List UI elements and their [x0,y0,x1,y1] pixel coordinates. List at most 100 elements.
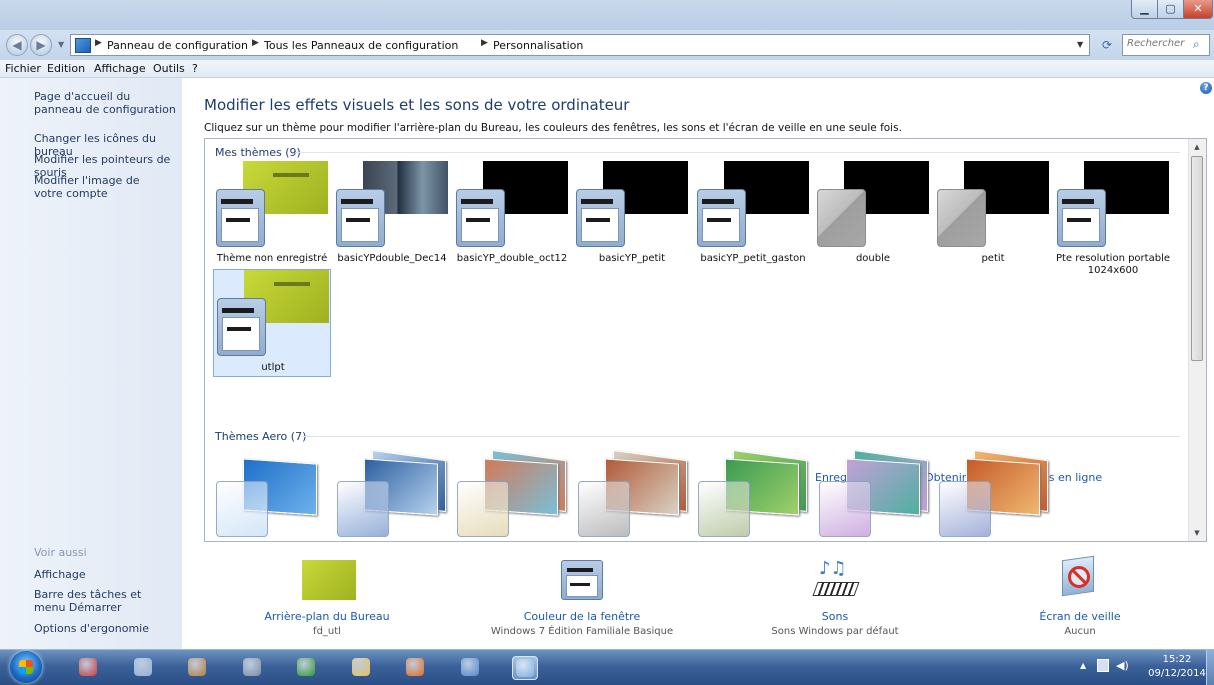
control-panel-icon[interactable] [512,656,538,680]
menu-file[interactable]: Fichier [5,62,41,75]
aero-window-preview [577,481,630,537]
show-desktop-button[interactable] [1206,650,1214,685]
aero-theme-item[interactable] [454,449,572,541]
theme-item[interactable]: basicYPdouble_Dec14 [333,161,451,269]
maximize-button[interactable]: ▢ [1157,0,1184,19]
desktop-background-value: fd_utl [313,626,341,637]
media-icon[interactable] [458,656,482,678]
menu-tools[interactable]: Outils [153,62,185,75]
close-icon: ✕ [1193,2,1203,15]
aero-window-preview [698,481,750,537]
scroll-down-icon[interactable]: ▼ [1189,525,1205,541]
menu-edit[interactable]: Edition [47,62,85,75]
group-divider [303,436,1180,437]
search-icon[interactable]: ⌕ [1193,37,1200,52]
help-icon[interactable]: ? [1200,82,1212,94]
aero-theme-item[interactable] [936,449,1054,541]
theme-window-preview [1057,189,1106,247]
breadcrumb-all-panels[interactable]: Tous les Panneaux de configuration [264,39,458,52]
breadcrumb-personalization[interactable]: Personnalisation [493,39,583,52]
firefox-icon[interactable] [403,656,427,678]
menu-help[interactable]: ? [192,62,198,75]
xbox-icon[interactable] [294,656,318,678]
page-title: Modifier les effets visuels et les sons … [204,96,630,114]
theme-item[interactable]: utlpt [213,269,331,377]
calculator-icon[interactable] [240,656,264,678]
themes-scrollbar[interactable]: ▲ ▼ [1188,139,1206,541]
explorer-icon[interactable] [349,656,373,678]
breadcrumb-separator-icon[interactable]: ▶ [95,38,102,48]
sounds-link[interactable]: Sons [735,610,935,623]
search-input[interactable] [1127,38,1189,49]
see-also-display[interactable]: Affichage [34,568,179,581]
theme-label: Pte resolution portable 1024x600 [1055,253,1170,276]
network-icon[interactable] [1097,659,1109,672]
notepad-icon[interactable] [131,656,155,678]
group-divider [295,152,1180,153]
theme-item[interactable]: basicYP_petit_gaston [694,161,812,269]
refresh-icon: ⟳ [1101,38,1113,52]
sidebar-link-account-picture[interactable]: Modifier l'image de votre compte [34,174,154,200]
themes-list[interactable]: Mes thèmes (9) Thème non enregistré basic… [204,138,1207,542]
clock[interactable]: 15:22 09/12/2014 [1147,653,1207,681]
theme-item[interactable]: basicYP_double_oct12 [453,161,571,269]
theme-item[interactable]: Pte resolution portable 1024x600 [1054,161,1172,276]
aero-theme-item[interactable] [334,449,452,541]
address-bar[interactable]: ▶ Panneau de configuration ▶ Tous les Pa… [70,34,1090,56]
theme-label: basicYP_petit_gaston [700,253,806,264]
theme-label: basicYP_petit [598,253,666,264]
screensaver-option[interactable]: Écran de veille Aucun [980,555,1180,638]
clock-time: 15:22 [1162,654,1192,665]
aero-theme-item[interactable] [575,449,693,541]
arrow-right-icon: ▶ [36,38,46,52]
theme-label: utlpt [261,362,285,373]
aero-theme-item[interactable] [816,449,934,541]
screensaver-icon [1060,555,1100,600]
recent-pages-dropdown[interactable]: ▼ [58,40,64,49]
breadcrumb-separator-icon[interactable]: ▶ [252,38,259,48]
minimize-button[interactable]: ▁ [1131,0,1158,19]
screensaver-link[interactable]: Écran de veille [980,610,1180,623]
refresh-button[interactable]: ⟳ [1097,36,1117,54]
title-bar: ▁ ▢ ✕ [0,0,1214,30]
aero-theme-item[interactable] [213,451,331,541]
scroll-up-icon[interactable]: ▲ [1189,139,1205,155]
sidebar-link-control-panel-home[interactable]: Page d'accueil du panneau de configurati… [34,90,179,116]
desktop-background-icon [302,560,356,600]
start-button[interactable] [10,651,42,683]
snipping-tool-icon[interactable] [76,656,100,678]
games-icon[interactable] [185,656,209,678]
close-button[interactable]: ✕ [1183,0,1213,19]
breadcrumb-separator-icon[interactable]: ▶ [481,38,488,48]
arrow-left-icon: ◀ [12,38,22,52]
scrollbar-thumb[interactable] [1191,156,1203,361]
window-color-option[interactable]: Couleur de la fenêtre Windows 7 Édition … [482,558,682,638]
theme-item[interactable]: double [814,161,932,269]
menu-view[interactable]: Affichage [94,62,146,75]
task-sidebar: Page d'accueil du panneau de configurati… [0,78,182,649]
see-also-ease-of-access[interactable]: Options d'ergonomie [34,622,179,635]
search-box[interactable]: ⌕ [1122,34,1210,56]
page-subtitle: Cliquez sur un thème pour modifier l'arr… [204,122,902,134]
theme-item[interactable]: petit [934,161,1052,269]
forward-button[interactable]: ▶ [30,34,52,56]
aero-window-preview [336,481,389,537]
volume-icon[interactable]: ◀) [1116,659,1129,672]
desktop-background-link[interactable]: Arrière-plan du Bureau [227,610,427,623]
theme-item[interactable]: basicYP_petit [573,161,691,269]
aero-themes-header[interactable]: Thèmes Aero (7) [215,430,306,443]
show-hidden-icons-icon[interactable]: ▲ [1080,661,1086,670]
theme-item[interactable]: Thème non enregistré [213,161,331,269]
window-color-link[interactable]: Couleur de la fenêtre [482,610,682,623]
aero-window-preview [216,481,268,537]
address-dropdown-icon[interactable]: ▼ [1077,40,1083,49]
aero-theme-item[interactable] [695,449,813,541]
my-themes-header[interactable]: Mes thèmes (9) [215,146,301,159]
back-button[interactable]: ◀ [6,34,28,56]
window-color-icon [561,560,603,600]
sounds-option[interactable]: ♪♫ Sons Sons Windows par défaut [735,558,935,638]
see-also-taskbar[interactable]: Barre des tâches et menu Démarrer [34,588,154,614]
menu-bar: Fichier Edition Affichage Outils ? [0,60,1214,78]
breadcrumb-control-panel[interactable]: Panneau de configuration [107,39,248,52]
desktop-background-option[interactable]: Arrière-plan du Bureau fd_utl [227,558,427,638]
